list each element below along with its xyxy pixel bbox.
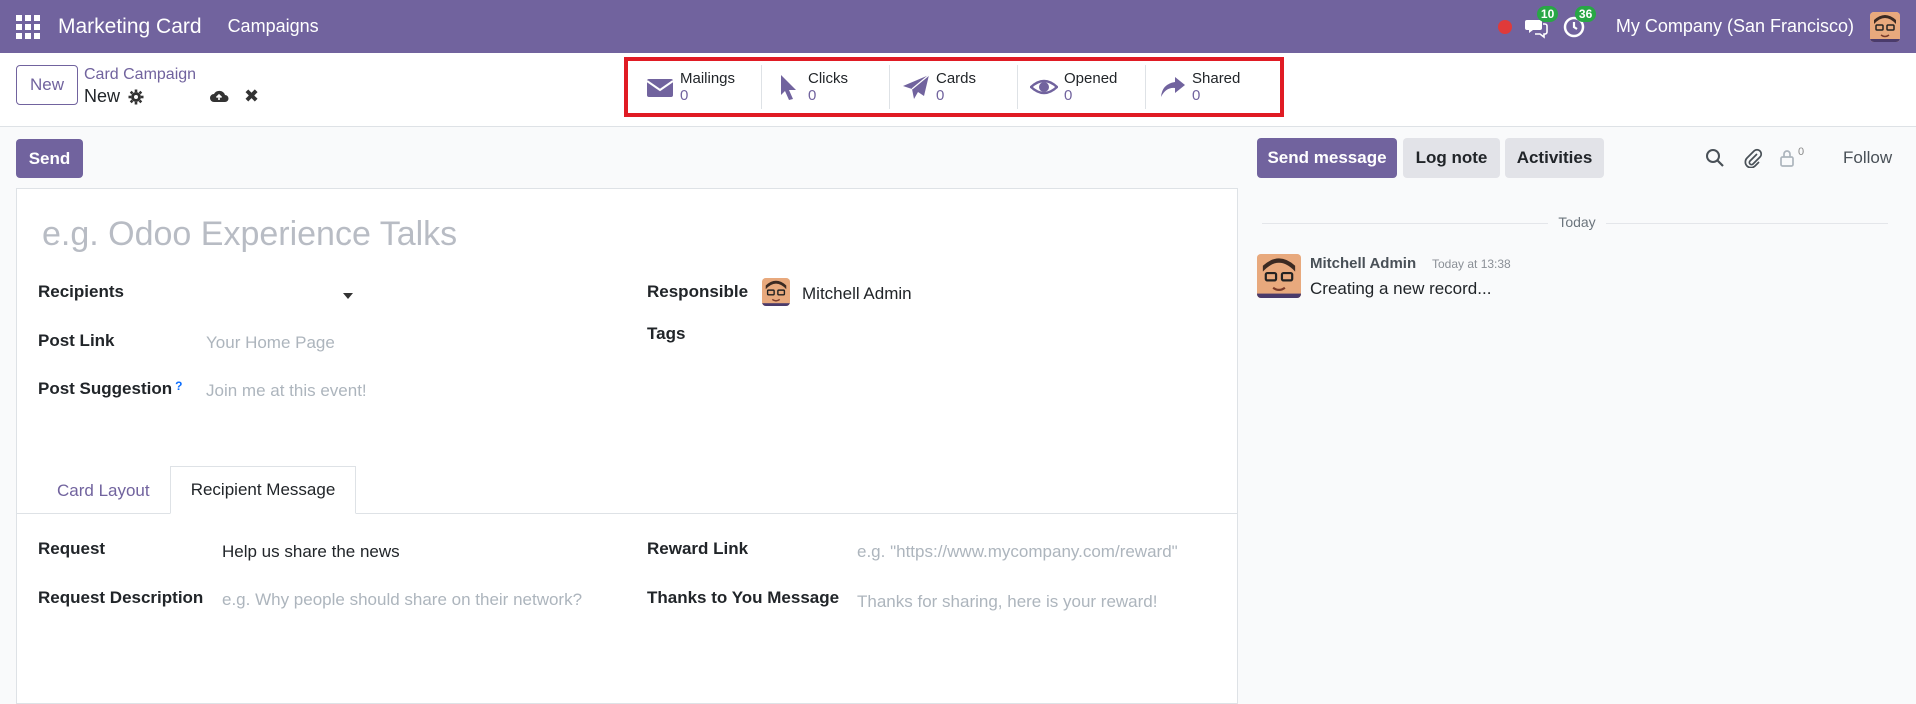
activities-button[interactable]: Activities bbox=[1505, 138, 1604, 178]
messages-icon[interactable]: 10 bbox=[1524, 5, 1559, 39]
stat-value: 0 bbox=[680, 87, 689, 104]
user-avatar[interactable] bbox=[1870, 11, 1900, 42]
stat-button-opened[interactable]: Opened 0 bbox=[1018, 65, 1146, 109]
thanks-message-input[interactable]: Thanks for sharing, here is your reward! bbox=[857, 592, 1157, 612]
campaign-name-input[interactable]: e.g. Odoo Experience Talks bbox=[42, 215, 457, 254]
stat-button-mailings[interactable]: Mailings 0 bbox=[634, 65, 762, 109]
tab-recipient-message[interactable]: Recipient Message bbox=[170, 466, 356, 514]
activities-clock-icon[interactable]: 36 bbox=[1562, 5, 1597, 39]
send-button[interactable]: Send bbox=[16, 139, 83, 178]
recording-indicator-icon[interactable] bbox=[1497, 19, 1512, 34]
share-icon bbox=[1161, 77, 1185, 97]
nav-menu-campaigns[interactable]: Campaigns bbox=[228, 16, 319, 37]
message-body: Creating a new record... bbox=[1310, 279, 1492, 298]
stat-value: 0 bbox=[1192, 87, 1201, 104]
save-cloud-icon[interactable] bbox=[209, 87, 229, 105]
log-note-button[interactable]: Log note bbox=[1403, 138, 1500, 178]
paper-plane-icon bbox=[903, 74, 930, 99]
recipients-dropdown-icon[interactable] bbox=[343, 293, 353, 299]
stat-value: 0 bbox=[936, 87, 945, 104]
responsible-label: Responsible bbox=[647, 282, 749, 301]
reward-link-label: Reward Link bbox=[647, 539, 749, 558]
request-label: Request bbox=[38, 539, 106, 558]
stat-button-clicks[interactable]: Clicks 0 bbox=[762, 65, 890, 109]
smart-buttons: Mailings 0 Clicks 0 Cards 0 Opened 0 Shared 0 bbox=[624, 57, 1284, 117]
tab-card-layout[interactable]: Card Layout bbox=[57, 481, 150, 501]
breadcrumb-current: New bbox=[84, 86, 121, 106]
message-author-avatar[interactable] bbox=[1257, 254, 1301, 298]
date-separator: Today bbox=[1548, 214, 1606, 230]
recipients-label: Recipients bbox=[38, 282, 124, 301]
form-sheet: e.g. Odoo Experience Talks Recipients Po… bbox=[16, 188, 1238, 704]
stat-button-shared[interactable]: Shared 0 bbox=[1146, 65, 1274, 109]
app-menu-grid-icon[interactable] bbox=[16, 14, 40, 39]
top-navbar: Marketing Card Campaigns 10 36 My Compan… bbox=[0, 0, 1916, 53]
post-link-label: Post Link bbox=[38, 331, 115, 350]
send-message-button[interactable]: Send message bbox=[1257, 138, 1397, 178]
new-button[interactable]: New bbox=[16, 65, 78, 105]
navbar-systray: 10 36 My Company (San Francisco) bbox=[1497, 0, 1916, 53]
stat-label: Opened bbox=[1064, 70, 1118, 87]
stat-label: Cards bbox=[936, 70, 977, 87]
message-author[interactable]: Mitchell Admin bbox=[1310, 255, 1416, 272]
messages-badge: 10 bbox=[1536, 5, 1559, 22]
paperclip-icon[interactable] bbox=[1743, 148, 1763, 168]
gear-icon[interactable] bbox=[128, 89, 144, 105]
stat-value: 0 bbox=[808, 87, 817, 104]
activities-badge: 36 bbox=[1574, 5, 1597, 22]
request-description-label: Request Description bbox=[38, 588, 204, 607]
stat-button-cards[interactable]: Cards 0 bbox=[890, 65, 1018, 109]
eye-icon bbox=[1030, 79, 1058, 95]
reward-link-input[interactable]: e.g. "https://www.mycompany.com/reward" bbox=[857, 542, 1178, 562]
message-timestamp: Today at 13:38 bbox=[1432, 257, 1511, 271]
responsible-avatar bbox=[762, 278, 790, 306]
cursor-icon bbox=[781, 75, 796, 100]
company-switcher[interactable]: My Company (San Francisco) bbox=[1616, 16, 1854, 37]
responsible-input[interactable]: Mitchell Admin bbox=[802, 284, 912, 304]
follow-button[interactable]: Follow bbox=[1843, 148, 1892, 168]
stat-label: Mailings bbox=[680, 70, 736, 87]
help-tooltip-icon[interactable]: ? bbox=[175, 379, 182, 393]
search-icon[interactable] bbox=[1705, 148, 1725, 168]
thanks-message-label: Thanks to You Message bbox=[647, 588, 840, 607]
followers-count: 0 bbox=[1798, 146, 1805, 158]
breadcrumb-parent[interactable]: Card Campaign bbox=[84, 66, 196, 84]
envelope-icon bbox=[646, 79, 674, 97]
post-suggestion-label: Post Suggestion? bbox=[38, 379, 183, 398]
request-description-input[interactable]: e.g. Why people should share on their ne… bbox=[222, 590, 582, 610]
post-suggestion-input[interactable]: Join me at this event! bbox=[206, 381, 367, 401]
tags-label: Tags bbox=[647, 324, 686, 343]
followers-lock-icon[interactable] bbox=[1777, 148, 1797, 168]
stat-label: Clicks bbox=[808, 70, 848, 87]
post-link-input[interactable]: Your Home Page bbox=[206, 333, 335, 353]
app-name[interactable]: Marketing Card bbox=[58, 15, 202, 39]
request-input[interactable]: Help us share the news bbox=[222, 542, 400, 562]
stat-label: Shared bbox=[1192, 70, 1241, 87]
stat-value: 0 bbox=[1064, 87, 1073, 104]
discard-icon[interactable]: ✖ bbox=[244, 87, 260, 105]
control-panel: New Card Campaign New ✖ Mailings 0 Clicks… bbox=[0, 53, 1916, 127]
